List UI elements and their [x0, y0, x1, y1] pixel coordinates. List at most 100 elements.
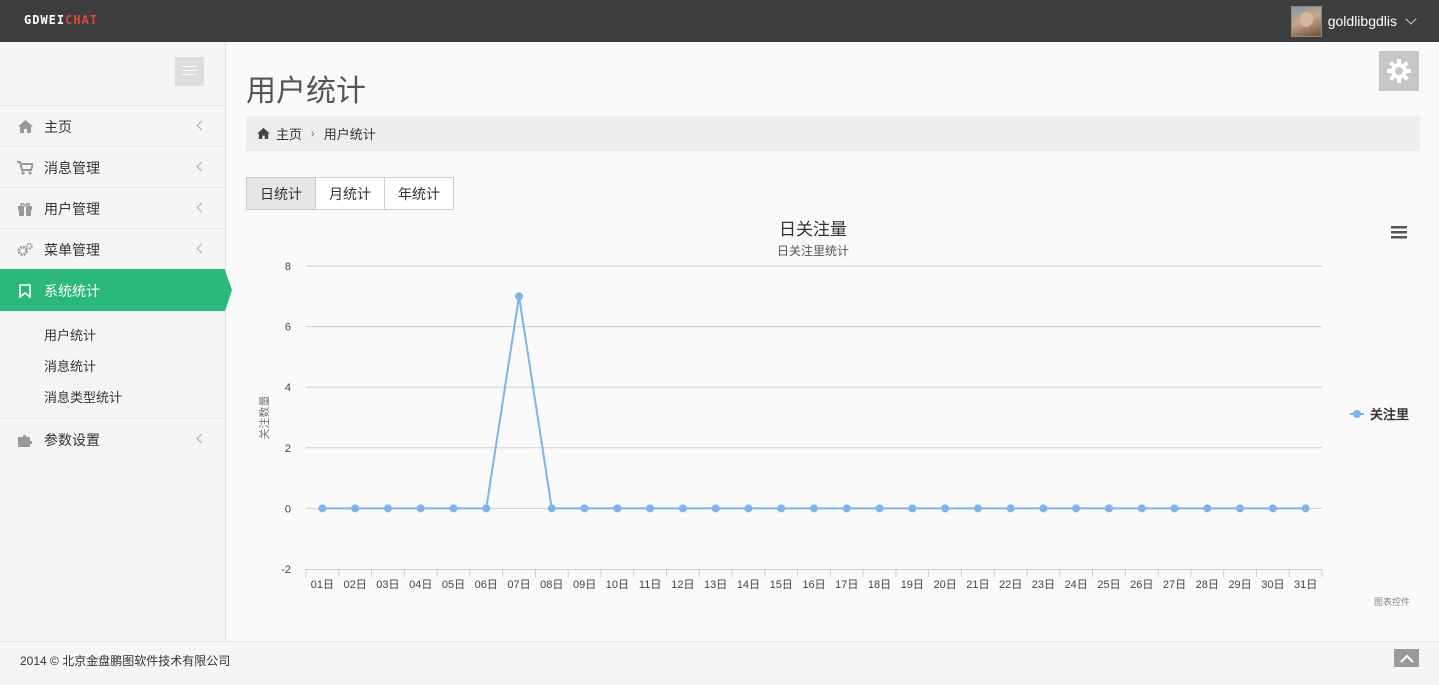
sidebar-toggle-button[interactable]	[175, 57, 204, 86]
x-tick-label: 31日	[1294, 579, 1317, 591]
chevron-right-icon: ›	[311, 127, 315, 140]
chevron-left-icon	[196, 120, 207, 131]
x-tick-label: 10日	[606, 579, 629, 591]
y-tick-label: 2	[285, 443, 291, 455]
chevron-left-icon	[196, 433, 207, 444]
sidebar-item-statistics[interactable]: 系统统计	[0, 269, 232, 311]
chevron-left-icon	[196, 202, 207, 213]
data-point	[875, 504, 884, 513]
data-point	[1039, 504, 1048, 513]
logo-text-accent: CHAT	[65, 13, 99, 27]
breadcrumb-current: 用户统计	[323, 127, 376, 142]
scroll-to-top-button[interactable]	[1394, 649, 1419, 667]
sidebar-item-users[interactable]: 用户管理	[0, 187, 225, 229]
data-point	[383, 504, 392, 513]
user-menu[interactable]: goldlibgdlis	[1290, 5, 1417, 37]
series-line	[322, 296, 1306, 510]
x-tick-label: 06日	[475, 579, 498, 591]
chevron-down-icon	[1405, 12, 1417, 25]
sidebar-item-home[interactable]: 主页	[0, 105, 225, 147]
x-tick-label: 26日	[1130, 579, 1153, 591]
data-point	[941, 504, 950, 513]
submenu-item-message-type-stats[interactable]: 消息类型统计	[44, 387, 122, 406]
x-tick-label: 19日	[901, 579, 924, 591]
data-point	[1301, 504, 1310, 513]
x-tick-label: 09日	[573, 579, 596, 591]
x-tick-label: 18日	[868, 579, 891, 591]
data-point	[482, 504, 491, 513]
sidebar: 主页 消息管理 用户管理 菜单管理 系统统计 用户统计 消息统计 消息类型统计 …	[0, 42, 232, 641]
tab-daily[interactable]: 日统计	[246, 177, 316, 210]
cogs-icon	[17, 242, 33, 258]
x-tick-label: 08日	[540, 579, 563, 591]
x-tick-label: 22日	[999, 579, 1022, 591]
x-tick-label: 14日	[737, 579, 760, 591]
top-navbar: GDWEICHAT goldlibgdlis	[0, 0, 1439, 42]
data-point	[908, 504, 917, 513]
page-title: 用户统计	[246, 75, 366, 108]
x-tick-label: 23日	[1032, 579, 1055, 591]
x-tick-label: 17日	[835, 579, 858, 591]
chart-subtitle: 日关注里统计	[777, 243, 849, 258]
x-tick-label: 07日	[507, 579, 530, 591]
copyright-text: 2014 © 北京金盘鹏图软件技术有限公司	[20, 654, 231, 668]
data-point	[744, 504, 753, 513]
data-point	[1170, 504, 1179, 513]
x-tick-label: 02日	[344, 579, 367, 591]
theme-settings-button[interactable]	[1379, 51, 1419, 91]
data-point	[1236, 504, 1245, 513]
y-tick-label: 0	[285, 503, 291, 515]
submenu-item-message-stats[interactable]: 消息统计	[44, 356, 96, 375]
chart-title: 日关注量	[779, 220, 847, 239]
x-tick-label: 01日	[311, 579, 334, 591]
x-tick-label: 27日	[1163, 579, 1186, 591]
y-tick-label: 8	[285, 261, 291, 273]
x-tick-label: 11日	[639, 579, 661, 591]
sidebar-item-label: 消息管理	[44, 159, 100, 176]
menu-icon	[1391, 236, 1407, 239]
submenu-item-user-stats[interactable]: 用户统计	[44, 325, 96, 344]
data-point	[810, 504, 818, 513]
breadcrumb: 主页 › 用户统计	[246, 116, 1420, 151]
avatar	[1290, 5, 1322, 37]
chevron-left-icon	[196, 161, 207, 172]
sidebar-item-label: 参数设置	[44, 431, 100, 448]
x-tick-label: 13日	[704, 579, 727, 591]
x-tick-label: 25日	[1097, 579, 1120, 591]
menu-icon	[1391, 226, 1407, 229]
x-tick-label: 21日	[966, 579, 989, 591]
sidebar-item-menus[interactable]: 菜单管理	[0, 228, 225, 270]
sidebar-item-label: 菜单管理	[44, 241, 100, 258]
data-point	[613, 504, 622, 513]
sidebar-item-label: 主页	[44, 118, 72, 135]
y-tick-label: 4	[285, 382, 291, 394]
chevron-left-icon	[196, 243, 207, 254]
x-tick-label: 15日	[770, 579, 793, 591]
bookmark-icon	[17, 283, 33, 299]
data-point	[646, 504, 655, 513]
data-point	[842, 504, 851, 513]
data-point	[547, 504, 556, 513]
app-logo[interactable]: GDWEICHAT	[24, 13, 98, 27]
data-point	[1006, 504, 1015, 513]
sidebar-item-messages[interactable]: 消息管理	[0, 146, 225, 188]
x-tick-label: 16日	[802, 579, 825, 591]
x-tick-label: 28日	[1196, 579, 1219, 591]
cart-icon	[17, 160, 33, 176]
username: goldlibgdlis	[1327, 13, 1397, 29]
data-point	[351, 504, 360, 513]
menu-icon	[1391, 231, 1407, 234]
data-point	[416, 504, 425, 513]
sidebar-item-settings[interactable]: 参数设置	[0, 418, 225, 460]
data-point	[1268, 504, 1277, 513]
data-point	[1072, 504, 1081, 513]
data-point	[318, 504, 327, 513]
x-tick-label: 20日	[933, 579, 956, 591]
x-tick-label: 29日	[1228, 579, 1251, 591]
tab-yearly[interactable]: 年统计	[384, 177, 454, 210]
breadcrumb-home-link[interactable]: 主页	[276, 124, 302, 143]
tab-monthly[interactable]: 月统计	[315, 177, 385, 210]
x-tick-label: 05日	[442, 579, 465, 591]
gift-icon	[17, 201, 33, 217]
data-point	[580, 504, 589, 513]
